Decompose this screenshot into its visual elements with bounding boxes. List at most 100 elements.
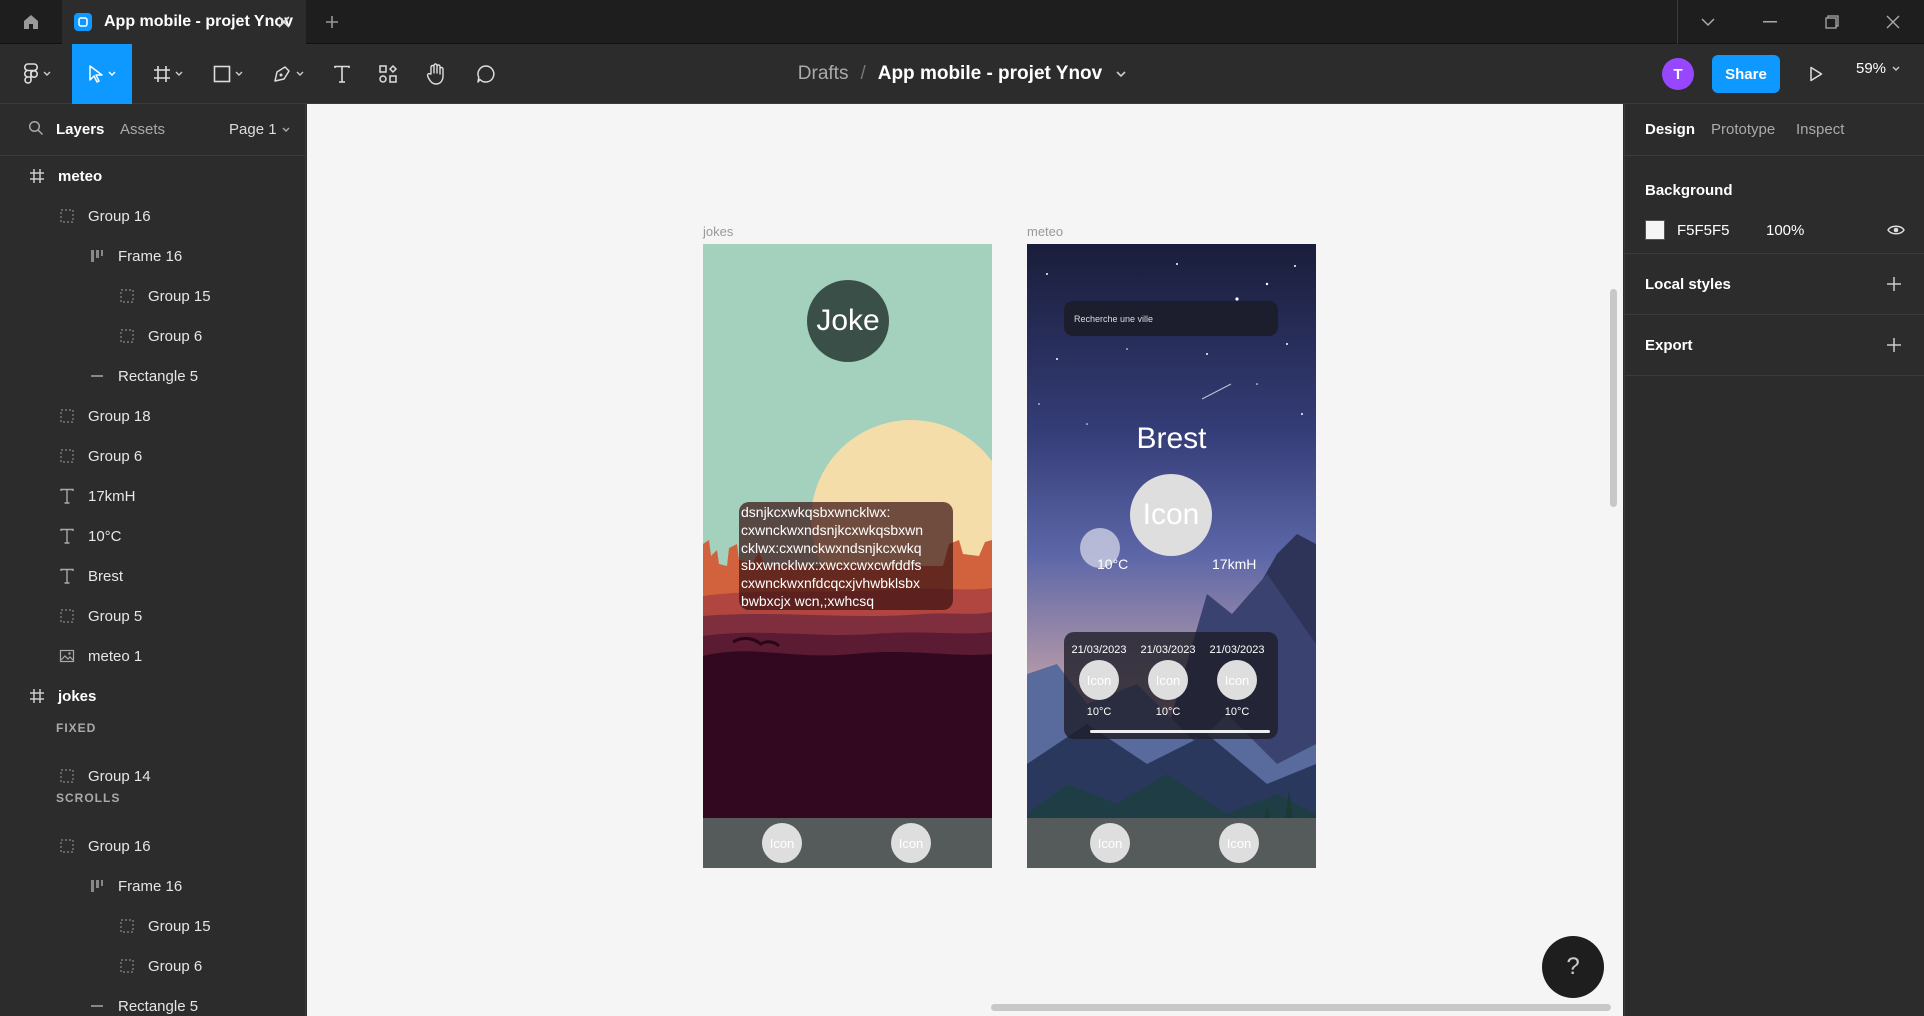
layer-row[interactable]: Group 18 <box>0 396 305 436</box>
forecast-day: 21/03/2023 Icon 10°C <box>1067 644 1131 718</box>
vertical-scrollbar[interactable] <box>1610 289 1617 507</box>
add-style-icon[interactable] <box>1884 274 1904 294</box>
forecast-temp: 10°C <box>1224 706 1250 718</box>
local-styles-section: Local styles <box>1625 254 1924 315</box>
joke-title-circle[interactable]: Joke <box>807 280 889 362</box>
pen-tool[interactable] <box>264 44 312 104</box>
avatar[interactable]: T <box>1662 58 1694 90</box>
text-tool[interactable] <box>322 44 362 104</box>
frame-label-jokes[interactable]: jokes <box>703 224 733 239</box>
group-icon <box>58 607 76 625</box>
city-search-input[interactable]: Recherche une ville <box>1064 301 1278 336</box>
layer-row[interactable]: Rectangle 5 <box>0 986 305 1016</box>
forecast-icon-placeholder: Icon <box>1079 660 1119 700</box>
nav-icon-placeholder[interactable]: Icon <box>762 823 802 863</box>
page-name: Page 1 <box>229 121 277 138</box>
background-opacity-value[interactable]: 100% <box>1766 222 1804 239</box>
layer-row[interactable]: Group 5 <box>0 596 305 636</box>
title-bar: App mobile - projet Ynov <box>0 0 1924 44</box>
forecast-day: 21/03/2023 Icon 10°C <box>1136 644 1200 718</box>
layer-row[interactable]: Rectangle 5 <box>0 356 305 396</box>
design-canvas[interactable]: jokes meteo Joke dsnjkcxwkqsbxwncklwx: c… <box>307 104 1623 1016</box>
chevron-down-icon <box>43 71 51 76</box>
help-button[interactable]: ? <box>1542 936 1604 998</box>
forecast-card: 21/03/2023 Icon 10°C 21/03/2023 Icon 10°… <box>1064 632 1278 739</box>
background-hex-value[interactable]: F5F5F5 <box>1677 222 1730 239</box>
zoom-menu[interactable]: 59% <box>1856 60 1900 77</box>
weather-icon-placeholder: Icon <box>1130 474 1212 556</box>
close-tab-icon[interactable] <box>274 12 294 32</box>
chevron-down-icon <box>1892 66 1900 71</box>
search-icon[interactable] <box>28 120 44 136</box>
jokes-frame[interactable]: Joke dsnjkcxwkqsbxwncklwx: cxwnckwxndsnj… <box>703 244 992 868</box>
hand-tool[interactable] <box>416 44 456 104</box>
frame-label-meteo[interactable]: meteo <box>1027 224 1063 239</box>
layer-row[interactable]: Group 15 <box>0 906 305 946</box>
minimize-icon[interactable] <box>1739 0 1801 44</box>
forecast-date: 21/03/2023 <box>1209 644 1265 656</box>
layer-row[interactable]: Group 16 <box>0 826 305 866</box>
group-icon <box>58 837 76 855</box>
layer-row[interactable]: Frame 16 <box>0 236 305 276</box>
resources-tool[interactable] <box>368 44 408 104</box>
tab-assets[interactable]: Assets <box>120 121 165 138</box>
main-menu-button[interactable] <box>12 44 62 104</box>
tabs-menu-icon[interactable] <box>1677 0 1739 44</box>
horizontal-scrollbar[interactable] <box>991 1004 1611 1011</box>
frame-tool[interactable] <box>144 44 192 104</box>
nav-icon-placeholder[interactable]: Icon <box>891 823 931 863</box>
group-icon <box>118 957 136 975</box>
group-icon <box>118 917 136 935</box>
background-section: Background F5F5F5 100% <box>1625 156 1924 254</box>
layer-row[interactable]: meteo 1 <box>0 636 305 676</box>
layer-label: Group 5 <box>88 607 143 625</box>
layer-row[interactable]: Group 16 <box>0 196 305 236</box>
restore-icon[interactable] <box>1801 0 1863 44</box>
home-button[interactable] <box>0 0 62 44</box>
breadcrumb-drafts[interactable]: Drafts <box>798 63 849 85</box>
file-tab[interactable]: App mobile - projet Ynov <box>62 0 306 44</box>
move-tool[interactable] <box>72 44 132 104</box>
layer-row[interactable]: 17kmH <box>0 476 305 516</box>
nav-icon-placeholder[interactable]: Icon <box>1219 823 1259 863</box>
layer-row[interactable]: Frame 16 <box>0 866 305 906</box>
breadcrumb-separator: / <box>860 63 866 84</box>
comment-icon <box>477 65 495 83</box>
tab-inspect[interactable]: Inspect <box>1796 121 1844 138</box>
meteo-frame[interactable]: Recherche une ville Brest Icon 10°C 17km… <box>1027 244 1316 868</box>
present-button[interactable] <box>1800 59 1832 89</box>
forecast-icon-placeholder: Icon <box>1217 660 1257 700</box>
layer-row[interactable]: Brest <box>0 556 305 596</box>
comment-tool[interactable] <box>466 44 506 104</box>
page-selector[interactable]: Page 1 <box>229 121 290 138</box>
rectangle-icon <box>88 367 106 385</box>
chevron-down-icon[interactable] <box>1116 70 1126 78</box>
chevron-down-icon <box>282 127 290 132</box>
layer-row[interactable]: Group 6 <box>0 946 305 986</box>
layer-label: Group 15 <box>148 287 211 305</box>
layer-label: Group 6 <box>148 327 203 345</box>
layer-row[interactable]: Group 6 <box>0 316 305 356</box>
nav-icon-placeholder[interactable]: Icon <box>1090 823 1130 863</box>
eye-icon[interactable] <box>1887 224 1905 236</box>
share-button[interactable]: Share <box>1712 55 1780 93</box>
tab-design[interactable]: Design <box>1645 121 1695 138</box>
layer-row[interactable]: Group 15 <box>0 276 305 316</box>
forecast-scrollbar[interactable] <box>1090 730 1270 733</box>
layer-row[interactable]: Group 6 <box>0 436 305 476</box>
close-window-icon[interactable] <box>1862 0 1924 44</box>
tab-layers[interactable]: Layers <box>56 121 104 138</box>
joke-text-card: dsnjkcxwkqsbxwncklwx: cxwnckwxndsnjkcxwk… <box>739 502 953 610</box>
shape-tool[interactable] <box>204 44 252 104</box>
layer-row[interactable]: meteo <box>0 156 305 196</box>
layer-row[interactable]: 10°C <box>0 516 305 556</box>
layer-row[interactable]: jokes <box>0 676 305 716</box>
new-tab-icon[interactable] <box>320 10 344 34</box>
background-color-swatch[interactable] <box>1645 220 1665 240</box>
forecast-date: 21/03/2023 <box>1140 644 1196 656</box>
rectangle-icon <box>213 65 231 83</box>
layer-row[interactable]: Group 14 <box>0 756 305 796</box>
tab-prototype[interactable]: Prototype <box>1711 121 1775 138</box>
add-export-icon[interactable] <box>1884 335 1904 355</box>
file-name[interactable]: App mobile - projet Ynov <box>878 63 1103 85</box>
